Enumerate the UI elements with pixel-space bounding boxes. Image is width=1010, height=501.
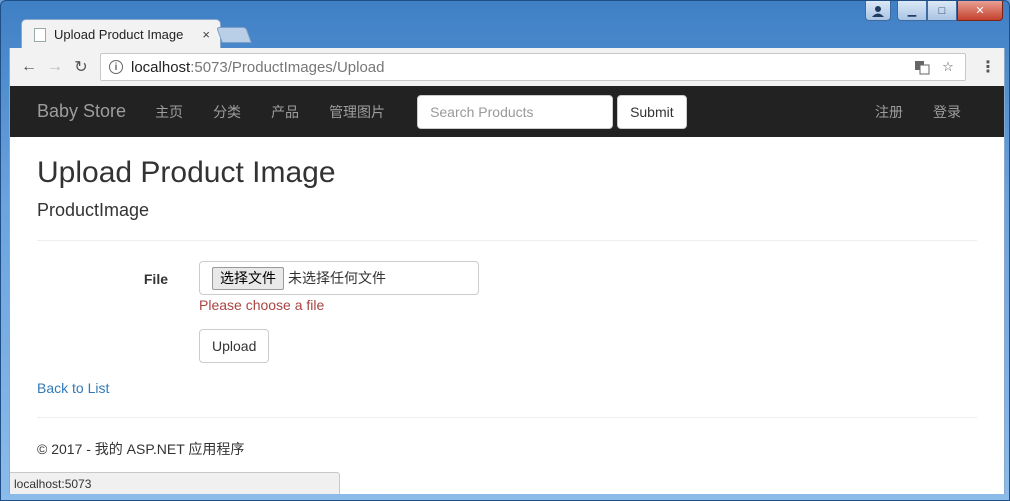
close-window-button[interactable]: ✕ <box>957 1 1003 21</box>
bookmark-star-icon[interactable]: ☆ <box>939 58 957 76</box>
nav-link-products[interactable]: 产品 <box>256 102 314 122</box>
tab-title: Upload Product Image <box>54 27 184 42</box>
file-label: File <box>143 271 168 287</box>
footer-divider <box>37 417 977 418</box>
back-button[interactable]: ← <box>16 54 42 80</box>
translate-icon[interactable] <box>913 58 931 76</box>
url-path: :5073/ProductImages/Upload <box>190 58 385 76</box>
minimize-icon: ▁ <box>907 5 917 17</box>
status-bar: localhost:5073 <box>10 472 340 494</box>
choose-file-button[interactable]: 选择文件 <box>212 266 284 290</box>
nav-right: 注册 登录 <box>860 102 977 122</box>
address-bar[interactable]: i localhost:5073/ProductImages/Upload ☆ <box>100 53 966 81</box>
search-submit-button[interactable]: Submit <box>617 94 687 129</box>
window-controls: ▁ □ ✕ <box>897 1 1003 21</box>
arrow-left-icon: ← <box>21 58 37 75</box>
file-error-message: Please choose a file <box>199 297 325 313</box>
page-favicon-icon <box>34 27 46 42</box>
url-host: localhost <box>131 58 191 76</box>
back-to-list-link[interactable]: Back to List <box>37 380 977 396</box>
file-input[interactable]: 选择文件 未选择任何文件 <box>199 261 479 295</box>
nav-link-login[interactable]: 登录 <box>918 102 977 122</box>
site-navbar: Baby Store 主页 分类 产品 管理图片 Search Products… <box>10 86 1004 137</box>
maximize-button[interactable]: □ <box>927 1 957 21</box>
main-content: Upload Product Image ProductImage File 选… <box>10 156 1004 459</box>
site-info-icon[interactable]: i <box>109 60 123 74</box>
file-status: 未选择任何文件 <box>288 270 386 286</box>
nav-link-categories[interactable]: 分类 <box>198 102 256 122</box>
nav-link-manage-images[interactable]: 管理图片 <box>314 102 400 122</box>
user-icon <box>872 5 884 17</box>
new-tab-button[interactable] <box>216 27 252 43</box>
nav-link-register[interactable]: 注册 <box>860 102 918 122</box>
page-viewport: Baby Store 主页 分类 产品 管理图片 Search Products… <box>9 86 1005 494</box>
nav-link-home[interactable]: 主页 <box>140 102 198 122</box>
maximize-icon: □ <box>938 4 946 17</box>
minimize-button[interactable]: ▁ <box>897 1 927 21</box>
file-control: 选择文件 未选择任何文件 Please choose a file Upload <box>199 261 479 363</box>
page-title: Upload Product Image <box>37 156 336 189</box>
file-form-group: File 选择文件 未选择任何文件 Please choose a file U… <box>37 261 977 363</box>
tab-close-icon[interactable]: × <box>202 27 210 42</box>
reload-button[interactable]: ↻ <box>68 54 94 80</box>
browser-toolbar: ← → ↻ i localhost:5073/ProductImages/Upl… <box>9 48 1005 86</box>
upload-button[interactable]: Upload <box>199 329 270 363</box>
user-profile-button[interactable] <box>865 1 891 21</box>
tab-upload-product-image[interactable]: Upload Product Image × <box>21 19 221 49</box>
brand-link[interactable]: Baby Store <box>37 101 126 122</box>
reload-icon: ↻ <box>74 59 88 76</box>
page-subtitle: ProductImage <box>37 200 150 220</box>
forward-button[interactable]: → <box>42 54 68 80</box>
footer-text: © 2017 - 我的 ASP.NET 应用程序 <box>37 441 245 457</box>
search-input[interactable]: Search Products <box>417 94 614 129</box>
browser-window: ▁ □ ✕ Upload Product Image × ← → ↻ i loc… <box>0 0 1010 501</box>
close-icon: ✕ <box>975 5 985 17</box>
arrow-right-icon: → <box>47 58 63 75</box>
divider <box>37 240 977 241</box>
browser-menu-icon[interactable]: ⋮ <box>980 57 996 77</box>
